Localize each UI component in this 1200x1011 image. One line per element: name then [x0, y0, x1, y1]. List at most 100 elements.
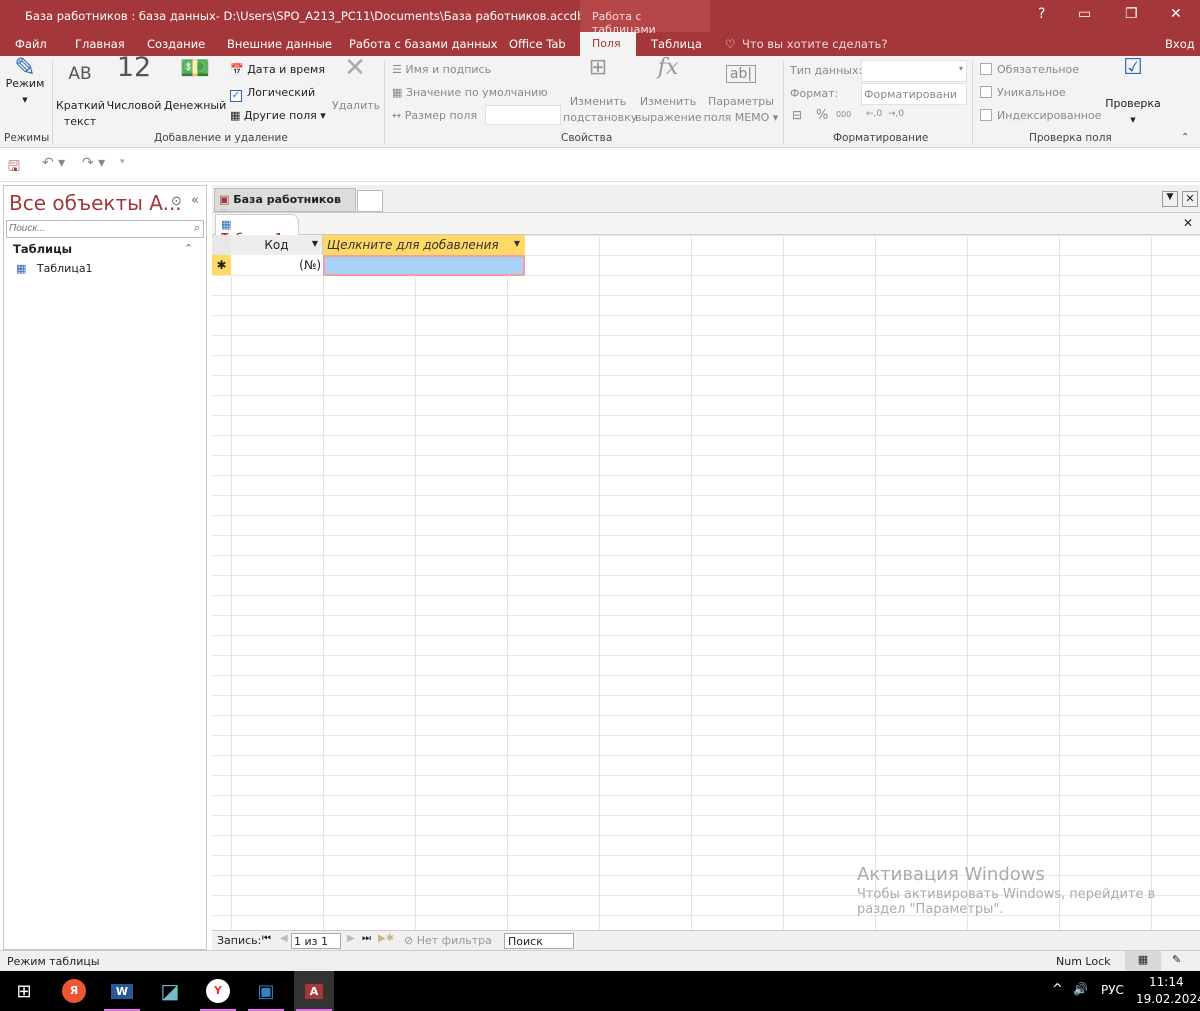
taskbar-reader[interactable]: ▣: [246, 971, 286, 1011]
validation-button[interactable]: ☑ Проверка ▼: [1104, 57, 1162, 128]
redo-icon[interactable]: ↷ ▾: [82, 155, 105, 171]
doc-tab-database[interactable]: ▣ База работников ✕: [214, 188, 356, 219]
unique-checkbox[interactable]: Уникальное: [980, 86, 1066, 99]
nav-menu-icon[interactable]: ⊙: [171, 194, 182, 209]
collapse-ribbon-icon[interactable]: ⌃: [1181, 132, 1189, 143]
other-fields-button[interactable]: ▦ Другие поля ▾: [230, 109, 326, 122]
label: подстановку: [563, 111, 638, 124]
tab-create[interactable]: Создание: [147, 37, 205, 51]
nav-search-field[interactable]: ⌕: [6, 220, 204, 238]
filter-button[interactable]: ⊘ Нет фильтра: [404, 934, 492, 947]
new-record-button[interactable]: ▶✱: [378, 933, 394, 944]
tell-me-input[interactable]: Что вы хотите сделать?: [742, 37, 888, 51]
tab-home[interactable]: Главная: [75, 37, 125, 51]
nav-item-table1[interactable]: ▦ Таблица1: [16, 262, 93, 275]
close-button[interactable]: ✕: [1170, 6, 1182, 22]
default-value-button[interactable]: ▦ Значение по умолчанию: [392, 86, 548, 99]
delete-button[interactable]: ✕ Удалить: [332, 53, 380, 114]
taskbar-word[interactable]: W: [102, 971, 142, 1011]
undo-icon[interactable]: ↶ ▾: [42, 155, 65, 171]
comma-style-button[interactable]: 000: [836, 110, 851, 119]
currency-button[interactable]: 💵 Денежный: [164, 56, 226, 114]
required-checkbox[interactable]: Обязательное: [980, 63, 1079, 76]
tab-office-tab[interactable]: Office Tab: [509, 37, 566, 51]
dropdown-icon[interactable]: ▼: [312, 239, 318, 248]
select-all-corner[interactable]: [212, 235, 231, 255]
section-collapse-icon[interactable]: ⌃: [184, 242, 193, 255]
tab-fields[interactable]: Поля: [580, 32, 636, 56]
modify-lookups-button[interactable]: ⊞ Изменить подстановку: [563, 57, 638, 126]
taskbar-access[interactable]: A: [294, 971, 334, 1011]
close-object-icon[interactable]: ✕: [1183, 216, 1193, 230]
short-text-button[interactable]: AB Краткий текст: [56, 66, 105, 130]
customize-qat-icon[interactable]: ▾: [120, 157, 125, 167]
nav-search-input[interactable]: [7, 221, 182, 236]
label: Значение по умолчанию: [405, 86, 548, 99]
tab-external-data[interactable]: Внешние данные: [227, 37, 332, 51]
taskbar-app[interactable]: ◪: [150, 971, 190, 1011]
memo-settings-button[interactable]: ab| Параметры поля MEMO ▾: [703, 60, 779, 126]
currency-format-button[interactable]: ⊟: [792, 108, 802, 122]
tab-file[interactable]: Файл: [15, 37, 47, 51]
new-tab-button[interactable]: [357, 190, 383, 212]
new-record-marker[interactable]: ✱: [212, 255, 231, 275]
nav-title[interactable]: Все объекты A...: [9, 191, 182, 215]
language-indicator[interactable]: РУС: [1101, 983, 1124, 997]
divider: [52, 60, 53, 144]
cell-id-new[interactable]: (№): [231, 255, 323, 275]
field-size-input[interactable]: [485, 105, 561, 125]
delete-icon: ✕: [344, 53, 366, 83]
view-button[interactable]: ✎ Режим ▼: [4, 55, 46, 108]
help-button[interactable]: ?: [1038, 6, 1045, 22]
tray-overflow-icon[interactable]: ^: [1052, 982, 1063, 997]
restore-button[interactable]: ❐: [1125, 6, 1138, 22]
field-size-icon: ↔: [392, 109, 402, 122]
date-time-button[interactable]: 📅 Дата и время: [230, 63, 325, 76]
last-record-button[interactable]: ⏭: [362, 933, 371, 944]
search-icon[interactable]: ⌕: [194, 221, 200, 235]
sign-in[interactable]: Вход: [1165, 37, 1195, 51]
boolean-button[interactable]: ✓ Логический: [230, 86, 315, 102]
label: Код: [264, 238, 289, 252]
app-icon: ◪: [160, 979, 180, 1003]
next-record-button[interactable]: ▶: [347, 933, 355, 944]
start-button[interactable]: ⊞: [4, 971, 44, 1011]
datasheet-grid[interactable]: [212, 235, 1200, 930]
collapse-nav-icon[interactable]: «: [191, 193, 199, 208]
view-label: Режим: [5, 77, 45, 90]
taskbar-yandex-browser[interactable]: Я: [54, 971, 94, 1011]
nav-section-tables[interactable]: Таблицы: [13, 242, 72, 256]
percent-button[interactable]: %: [816, 108, 828, 123]
indexed-checkbox[interactable]: Индексированное: [980, 109, 1101, 122]
modify-expression-button[interactable]: fx Изменить выражение: [635, 57, 702, 126]
current-record-field[interactable]: 1 из 1: [291, 933, 341, 949]
column-header-id[interactable]: Код ▼: [231, 235, 323, 255]
ribbon-display-button[interactable]: ▭: [1078, 6, 1091, 22]
tab-list-icon[interactable]: ▼: [1162, 191, 1178, 207]
prev-record-button[interactable]: ◀: [280, 933, 288, 944]
increase-decimals-button[interactable]: ←,0: [866, 109, 882, 119]
record-search-field[interactable]: Поиск: [504, 933, 574, 949]
volume-icon[interactable]: 🔊: [1073, 982, 1088, 996]
taskbar-yandex[interactable]: Y: [198, 971, 238, 1011]
first-record-button[interactable]: ⏮: [262, 933, 271, 944]
number-button[interactable]: 12 Числовой: [106, 54, 162, 114]
save-icon[interactable]: 🖫: [8, 156, 20, 180]
data-type-select[interactable]: ▾: [861, 60, 967, 82]
clock-time[interactable]: 11:14: [1149, 975, 1184, 989]
object-tab-table1[interactable]: ▦ Таблица1: [215, 214, 299, 244]
decrease-decimals-button[interactable]: →,0: [888, 109, 904, 119]
dropdown-icon[interactable]: ▼: [514, 239, 520, 248]
clock-date[interactable]: 19.02.2024: [1136, 992, 1200, 1006]
name-caption-button[interactable]: ☰ Имя и подпись: [392, 63, 491, 76]
label: текст: [63, 115, 97, 128]
format-select[interactable]: Форматировани: [861, 83, 967, 105]
close-doc-icon[interactable]: ✕: [1182, 191, 1198, 207]
cell-add-new-selected[interactable]: [323, 255, 525, 276]
column-header-add[interactable]: Щелкните для добавления ▼: [323, 235, 525, 255]
design-view-icon[interactable]: ✎: [1172, 953, 1181, 966]
label: Изменить: [569, 95, 627, 108]
tab-database-tools[interactable]: Работа с базами данных: [349, 37, 498, 51]
datasheet-view-icon[interactable]: ▦: [1125, 951, 1161, 971]
tab-table[interactable]: Таблица: [651, 37, 702, 51]
